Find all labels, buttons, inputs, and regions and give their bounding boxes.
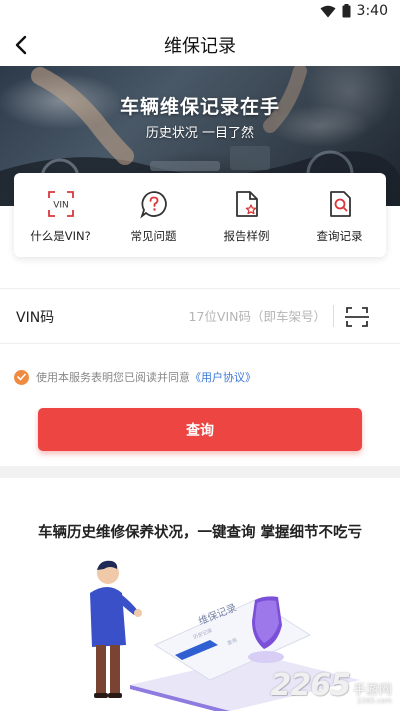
watermark-site: 手游网 bbox=[352, 683, 392, 698]
vin-input[interactable] bbox=[90, 303, 326, 329]
checkmark-icon bbox=[17, 373, 26, 381]
shortcut-card: VIN 什么是VIN? 常见问题 报告样例 查询记录 bbox=[14, 173, 386, 257]
section-divider bbox=[0, 466, 400, 478]
shortcut-faq[interactable]: 常见问题 bbox=[107, 173, 200, 257]
status-bar: 3:40 bbox=[0, 0, 400, 24]
status-time: 3:40 bbox=[356, 3, 388, 19]
shortcut-label: 查询记录 bbox=[316, 229, 363, 243]
battery-icon bbox=[342, 4, 351, 18]
divider bbox=[0, 343, 400, 344]
agreement-row: 使用本服务表明您已阅读并同意 《用户协议》 bbox=[14, 369, 256, 385]
query-button[interactable]: 查询 bbox=[38, 408, 362, 451]
wifi-icon bbox=[320, 5, 336, 17]
agreement-checkbox[interactable] bbox=[14, 369, 29, 385]
nav-bar: 维保记录 bbox=[0, 24, 400, 66]
document-search-icon bbox=[329, 191, 351, 217]
banner-subtitle: 历史状况 一目了然 bbox=[145, 126, 255, 141]
document-star-icon bbox=[235, 191, 258, 217]
svg-text:VIN: VIN bbox=[53, 201, 69, 211]
vin-frame-icon: VIN bbox=[47, 191, 74, 217]
watermark-logo: 2265 手游网 2265.com bbox=[270, 668, 392, 705]
shortcut-label: 什么是VIN? bbox=[30, 229, 91, 243]
vin-input-row: VIN码 bbox=[0, 289, 400, 343]
vin-label: VIN码 bbox=[16, 310, 55, 326]
shortcut-query-history[interactable]: 查询记录 bbox=[293, 173, 386, 257]
promo-title: 车辆历史维修保养状况，一键查询 掌握细节不吃亏 bbox=[37, 525, 363, 541]
scan-frame-icon bbox=[345, 307, 369, 327]
banner-title: 车辆维保记录在手 bbox=[119, 96, 280, 118]
status-icons: 3:40 bbox=[320, 3, 388, 19]
page-title: 维保记录 bbox=[164, 36, 236, 57]
shortcut-what-is-vin[interactable]: VIN 什么是VIN? bbox=[14, 173, 107, 257]
watermark-number: 2265 bbox=[270, 668, 350, 703]
user-agreement-link[interactable]: 《用户协议》 bbox=[190, 369, 256, 385]
question-bubble-icon bbox=[139, 191, 167, 219]
agreement-text: 使用本服务表明您已阅读并同意 bbox=[36, 371, 190, 384]
shortcut-sample-report[interactable]: 报告样例 bbox=[200, 173, 293, 257]
scan-vin-button[interactable] bbox=[344, 305, 370, 329]
shortcut-label: 报告样例 bbox=[223, 229, 270, 243]
vin-divider bbox=[333, 305, 334, 327]
watermark-url: 2265.com bbox=[357, 697, 392, 705]
shortcut-label: 常见问题 bbox=[130, 229, 177, 243]
